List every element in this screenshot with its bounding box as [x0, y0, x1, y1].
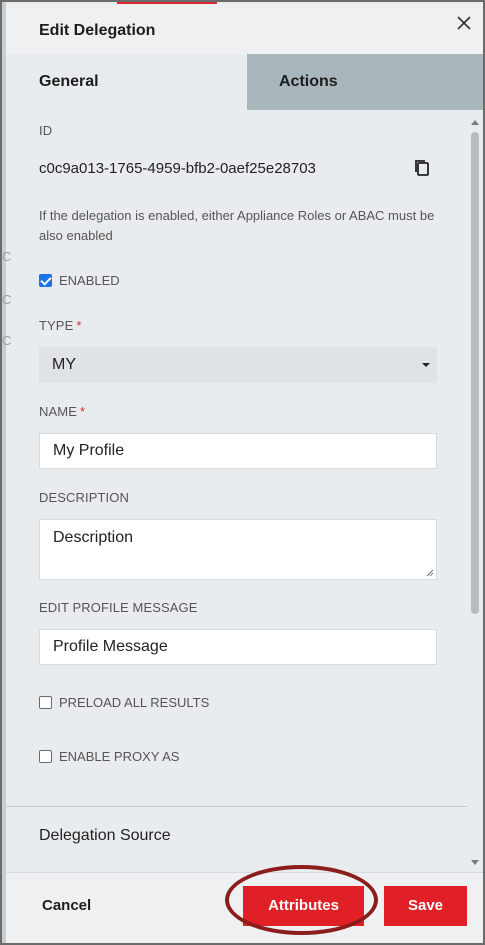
tab-actions[interactable]: Actions — [247, 54, 483, 110]
dialog-title: Edit Delegation — [39, 22, 156, 39]
tab-bar: General Actions — [6, 54, 483, 110]
enabled-label: ENABLED — [59, 272, 120, 288]
proxy-checkbox[interactable] — [39, 749, 52, 763]
chevron-down-icon — [422, 363, 430, 367]
cancel-button[interactable]: Cancel — [42, 897, 91, 914]
name-label-text: NAME — [39, 404, 77, 419]
type-label: TYPE * — [39, 318, 82, 333]
proxy-label: ENABLE PROXY AS — [59, 748, 180, 764]
tab-actions-label: Actions — [279, 73, 338, 90]
save-button[interactable]: Save — [384, 886, 467, 926]
scroll-down-arrow[interactable] — [471, 860, 479, 865]
name-label: NAME * — [39, 404, 85, 419]
preload-label: PRELOAD ALL RESULTS — [59, 694, 210, 710]
enabled-hint: If the delegation is enabled, either App… — [39, 208, 435, 243]
name-input-value: My Profile — [53, 442, 125, 459]
tab-general-label: General — [39, 73, 99, 90]
resize-handle-icon[interactable] — [426, 569, 434, 577]
name-input[interactable]: My Profile — [39, 433, 437, 469]
close-icon[interactable] — [455, 14, 473, 32]
required-mark: * — [76, 318, 82, 333]
section-divider — [6, 806, 467, 807]
tab-general[interactable]: General — [6, 54, 247, 110]
dialog-header: Edit Delegation — [6, 4, 483, 54]
description-textarea-value: Description — [53, 529, 134, 546]
id-label: ID — [39, 123, 53, 138]
preload-checkbox[interactable] — [39, 695, 52, 709]
id-value: c0c9a013-1765-4959-bfb2-0aef25e28703 — [39, 160, 316, 177]
edit-profile-message-value: Profile Message — [53, 638, 168, 655]
required-mark: * — [79, 404, 86, 419]
edit-delegation-dialog: C C C Edit Delegation General Actions ID… — [0, 0, 485, 945]
delegation-source-section[interactable]: Delegation Source — [39, 827, 171, 845]
edit-profile-message-label: EDIT PROFILE MESSAGE — [39, 600, 198, 615]
scroll-up-arrow[interactable] — [471, 120, 479, 125]
description-textarea[interactable]: Description — [39, 519, 437, 580]
general-form: ID c0c9a013-1765-4959-bfb2-0aef25e28703 … — [6, 110, 467, 872]
proxy-checkbox-row[interactable]: ENABLE PROXY AS — [39, 748, 179, 764]
type-select-value: MY — [52, 356, 76, 373]
enabled-checkbox[interactable] — [39, 273, 52, 287]
preload-checkbox-row[interactable]: PRELOAD ALL RESULTS — [39, 694, 209, 710]
enabled-checkbox-row[interactable]: ENABLED — [39, 272, 120, 288]
scroll-thumb[interactable] — [471, 132, 479, 614]
attributes-button[interactable]: Attributes — [243, 886, 364, 926]
type-select[interactable]: MY — [39, 347, 437, 383]
dialog-footer: Cancel Attributes Save — [6, 865, 483, 943]
description-label: DESCRIPTION — [39, 490, 129, 505]
vertical-scrollbar[interactable] — [469, 120, 481, 872]
copy-icon[interactable] — [412, 158, 432, 178]
type-label-text: TYPE — [39, 318, 74, 333]
edit-profile-message-input[interactable]: Profile Message — [39, 629, 437, 665]
